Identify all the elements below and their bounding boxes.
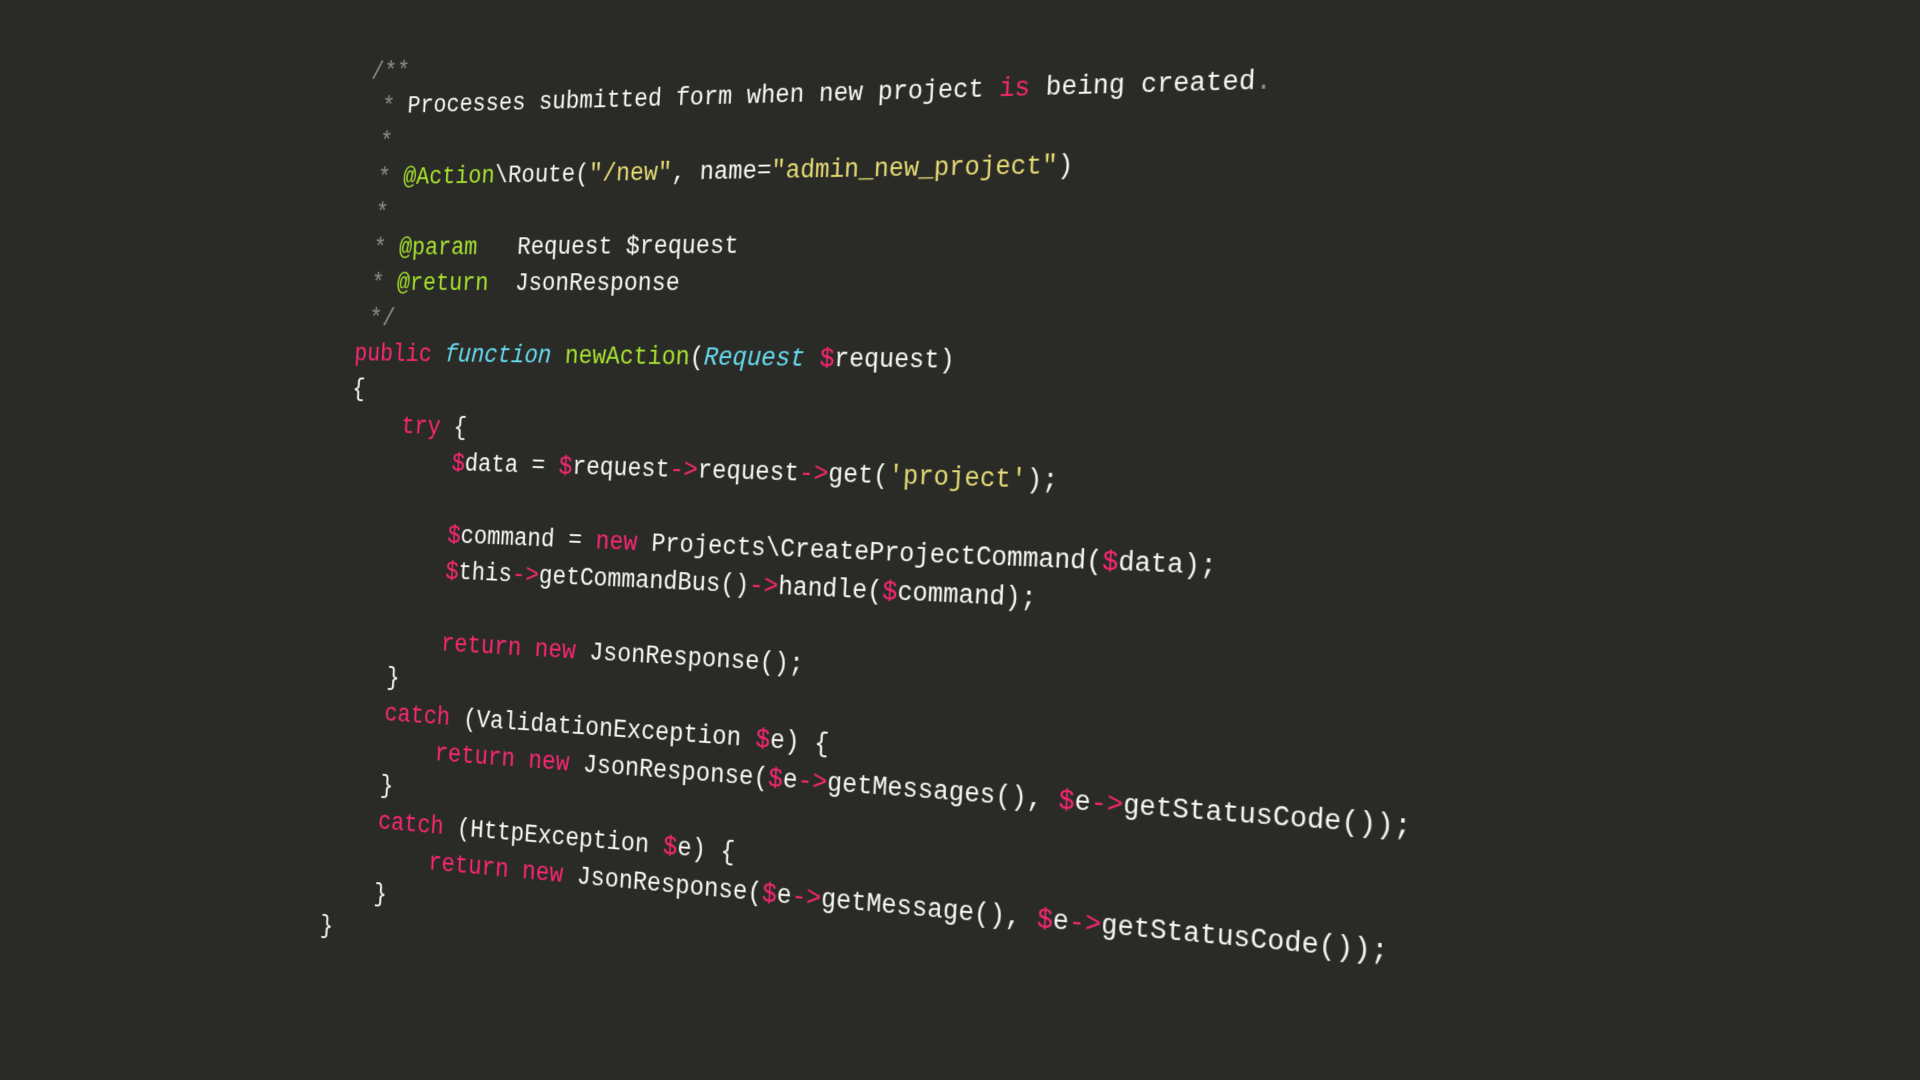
try-line: try {: [349, 412, 467, 442]
docblock-return: * @return JsonResponse: [358, 270, 681, 298]
return-http: return new JsonResponse($e->getMessage()…: [324, 840, 1389, 970]
return-json: return new JsonResponse();: [337, 626, 805, 682]
blank-line: [339, 590, 353, 618]
catch-close: }: [328, 769, 394, 802]
open-brace: {: [352, 377, 366, 404]
try-close: }: [334, 661, 400, 693]
function-signature: public function newAction(Request $reque…: [354, 342, 956, 377]
assign-data: $data = $request->request->get('project'…: [347, 448, 1059, 497]
catch-close: }: [322, 876, 388, 910]
php-code-block: /** * Processes submitted form when new …: [317, 0, 1709, 1080]
docblock-line: *: [362, 200, 389, 227]
docblock-line: *: [366, 130, 393, 158]
docblock-close: */: [356, 306, 396, 333]
docblock-line: * Processes submitted form when new proj…: [368, 67, 1272, 122]
docblock-open: /**: [371, 59, 411, 87]
code-slide: /** * Processes submitted form when new …: [0, 0, 1920, 1080]
close-brace: }: [319, 912, 333, 941]
docblock-action-route: * @Action\Route("/new", name="admin_new_…: [364, 152, 1074, 193]
blank-line: [345, 483, 359, 511]
docblock-param: * @param Request $request: [360, 233, 739, 263]
